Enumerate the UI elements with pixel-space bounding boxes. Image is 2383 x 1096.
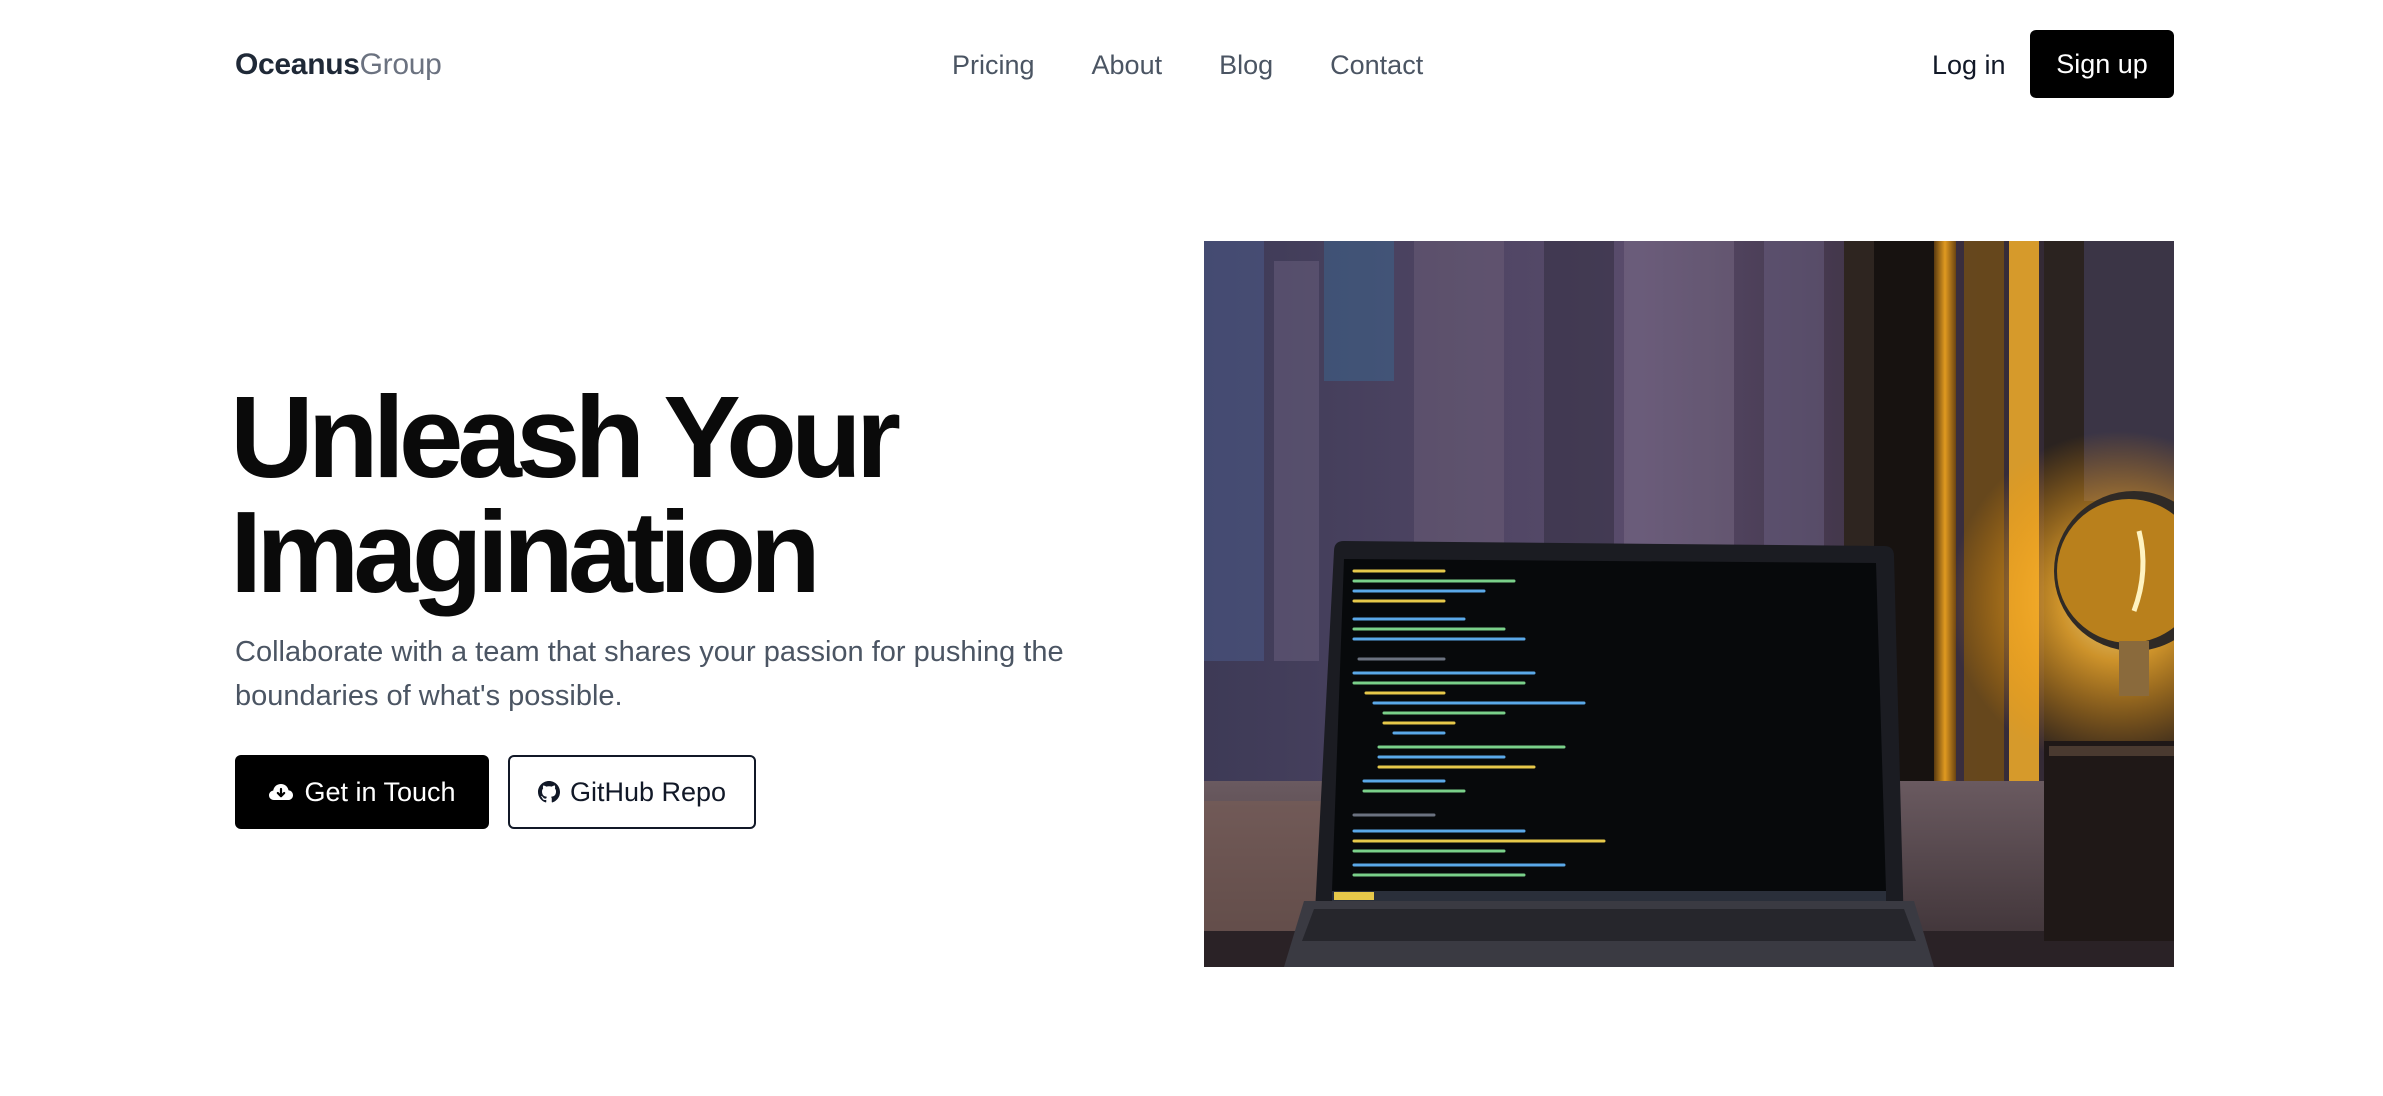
hero-title-line-2: Imagination <box>230 487 821 617</box>
nav-link-blog[interactable]: Blog <box>1219 46 1273 84</box>
nav-link-pricing[interactable]: Pricing <box>952 46 1035 84</box>
landing-page: OceanusGroup Pricing About Blog Contact … <box>0 0 2383 1096</box>
nav-link-contact[interactable]: Contact <box>1330 46 1423 84</box>
github-icon <box>537 781 560 803</box>
github-repo-label: GitHub Repo <box>569 776 727 807</box>
get-in-touch-button[interactable]: Get in Touch <box>235 755 489 829</box>
get-in-touch-label: Get in Touch <box>304 776 456 807</box>
signup-button[interactable]: Sign up <box>2030 30 2174 98</box>
hero-title-line-1: Unleash Your <box>230 372 901 502</box>
hero-subtitle: Collaborate with a team that shares your… <box>235 636 1064 712</box>
hero-title: Unleash Your Imagination <box>230 379 1130 610</box>
logo-bold-text: Oceanus <box>235 48 360 81</box>
login-link[interactable]: Log in <box>1932 46 2006 84</box>
main-nav: Pricing About Blog Contact <box>952 46 1423 84</box>
github-repo-button[interactable]: GitHub Repo <box>508 755 756 829</box>
logo-light-text: Group <box>359 48 442 81</box>
brand-logo[interactable]: OceanusGroup <box>235 46 442 84</box>
cloud-download-icon <box>268 781 294 803</box>
site-header: OceanusGroup Pricing About Blog Contact … <box>0 0 2383 130</box>
hero-laptop-image <box>1204 241 2174 967</box>
nav-link-about[interactable]: About <box>1092 46 1163 84</box>
